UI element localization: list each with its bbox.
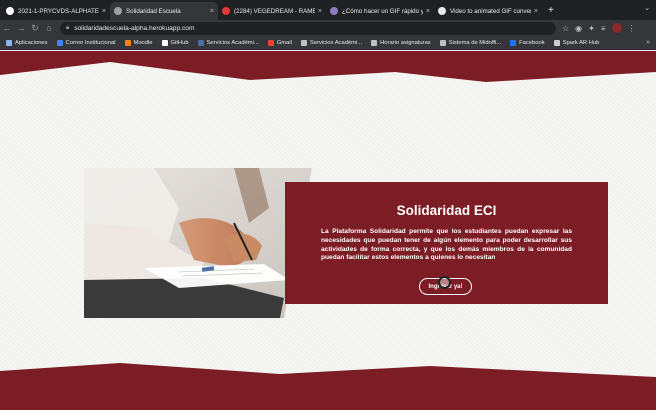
hero-card: Solidaridad ECI La Plataforma Solidarida… bbox=[285, 182, 608, 304]
bookmark-item[interactable]: Spark AR Hub bbox=[553, 39, 600, 46]
bookmark-item[interactable]: Facebook bbox=[510, 39, 545, 46]
bookmarks-more-icon[interactable]: » bbox=[646, 39, 650, 46]
spark-icon bbox=[553, 39, 560, 46]
hero-title: Solidaridad ECI bbox=[396, 203, 497, 218]
bookmark-item[interactable]: Horario asignaturas bbox=[371, 39, 431, 46]
tab-search-icon[interactable]: ⌄ bbox=[644, 4, 650, 12]
apps-grid-icon bbox=[6, 39, 12, 46]
tab-label: ¿Cómo hacer un GIF rápido y ¿ bbox=[342, 7, 423, 15]
globe-icon bbox=[439, 39, 446, 46]
bookmark-label: Sistema de Midoffi... bbox=[448, 39, 502, 46]
tab-label: Video to animated GIF conver bbox=[450, 7, 531, 15]
tabs-container: 2021-1-PRYCVDS-ALPHATE × Solidaridad Escue… bbox=[2, 2, 542, 20]
bookmark-label: Horario asignaturas bbox=[380, 39, 431, 46]
tab-label: 2021-1-PRYCVDS-ALPHATE bbox=[18, 7, 99, 15]
address-bar[interactable]: 🔒︎ solidaridadescuela-alpha.herokuapp.co… bbox=[60, 21, 556, 35]
media-icon[interactable]: ≡ bbox=[601, 24, 606, 33]
bookmark-label: Servicios Académi... bbox=[206, 39, 259, 46]
facebook-icon bbox=[510, 39, 517, 46]
bookmark-item[interactable]: Servicios Académi... bbox=[300, 39, 363, 46]
browser-tab[interactable]: Solidaridad Escuela × bbox=[110, 2, 218, 20]
bookmark-label: Aplicaciones bbox=[15, 39, 48, 46]
top-band bbox=[0, 51, 656, 82]
hero-description: La Plataforma Solidaridad permite que lo… bbox=[321, 228, 572, 262]
tab-label: Solidaridad Escuela bbox=[126, 7, 181, 15]
bookmark-item[interactable]: GitHub bbox=[161, 39, 189, 46]
page-content: Solidaridad ECI La Plataforma Solidarida… bbox=[0, 51, 656, 410]
bookmark-label: Moodle bbox=[133, 39, 153, 46]
globe-icon bbox=[371, 39, 378, 46]
doc-icon bbox=[438, 7, 446, 15]
browser-toolbar: ← → ↻ ⌂ 🔒︎ solidaridadescuela-alpha.hero… bbox=[0, 20, 656, 36]
bookmark-label: GitHub bbox=[170, 39, 189, 46]
new-tab-button[interactable]: + bbox=[542, 5, 560, 20]
profile-avatar[interactable] bbox=[611, 23, 622, 33]
bookmark-icon bbox=[197, 39, 204, 46]
browser-tab[interactable]: ¿Cómo hacer un GIF rápido y ¿ × bbox=[326, 2, 434, 20]
github-icon bbox=[161, 39, 168, 46]
bookmark-item[interactable]: Aplicaciones bbox=[6, 39, 48, 46]
home-icon[interactable]: ⌂ bbox=[42, 23, 56, 33]
github-icon bbox=[6, 7, 14, 15]
image-icon bbox=[330, 7, 338, 15]
puzzle-icon[interactable]: ✦ bbox=[588, 24, 595, 33]
tab-label: (2284) VEGEDREAM - RAMEN bbox=[234, 7, 315, 15]
globe-icon bbox=[114, 7, 122, 15]
back-icon[interactable]: ← bbox=[0, 23, 14, 33]
bookmark-item[interactable]: Servicios Académi... bbox=[197, 39, 259, 46]
bookmark-item[interactable]: Gmail bbox=[267, 39, 292, 46]
lock-icon[interactable]: 🔒︎ bbox=[66, 25, 69, 32]
bottom-band bbox=[0, 363, 656, 410]
bookmark-item[interactable]: Sistema de Midoffi... bbox=[439, 39, 502, 46]
extension-icon[interactable]: ◉ bbox=[575, 24, 582, 33]
bookmark-label: Correo Institucional bbox=[65, 39, 116, 46]
hero-image bbox=[84, 168, 312, 318]
close-tab-icon[interactable]: × bbox=[318, 8, 322, 15]
browser-tab[interactable]: (2284) VEGEDREAM - RAMEN × bbox=[218, 2, 326, 20]
mail-icon bbox=[56, 39, 63, 46]
moodle-icon bbox=[124, 39, 131, 46]
bookmark-star-icon[interactable]: ☆ bbox=[562, 24, 569, 33]
gmail-icon bbox=[267, 39, 274, 46]
bookmark-item[interactable]: Moodle bbox=[124, 39, 153, 46]
youtube-icon bbox=[222, 7, 230, 15]
browser-tab[interactable]: 2021-1-PRYCVDS-ALPHATE × bbox=[2, 2, 110, 20]
bookmark-label: Gmail bbox=[276, 39, 292, 46]
url-text: solidaridadescuela-alpha.herokuapp.com bbox=[74, 24, 195, 32]
close-tab-icon[interactable]: × bbox=[426, 8, 430, 15]
browser-tab[interactable]: Video to animated GIF conver × bbox=[434, 2, 542, 20]
bookmarks-list: Aplicaciones Correo Institucional Moodle Gi… bbox=[6, 39, 600, 46]
reload-icon[interactable]: ↻ bbox=[28, 23, 42, 34]
bookmark-item[interactable]: Correo Institucional bbox=[56, 39, 116, 46]
globe-icon bbox=[300, 39, 307, 46]
menu-icon[interactable]: ⋮ bbox=[628, 24, 636, 33]
bookmark-label: Spark AR Hub bbox=[562, 39, 600, 46]
bookmark-label: Servicios Académi... bbox=[309, 39, 363, 46]
close-tab-icon[interactable]: × bbox=[534, 8, 538, 15]
student-writing-photo bbox=[84, 168, 312, 318]
enter-button[interactable]: Ingresar ya! bbox=[419, 278, 472, 295]
close-tab-icon[interactable]: × bbox=[102, 8, 106, 15]
close-tab-icon[interactable]: × bbox=[210, 8, 214, 15]
forward-icon[interactable]: → bbox=[14, 23, 28, 33]
browser-tab-strip: 2021-1-PRYCVDS-ALPHATE × Solidaridad Escue… bbox=[0, 0, 656, 20]
bookmarks-bar: Aplicaciones Correo Institucional Moodle Gi… bbox=[0, 36, 656, 50]
bookmark-label: Facebook bbox=[519, 39, 545, 46]
